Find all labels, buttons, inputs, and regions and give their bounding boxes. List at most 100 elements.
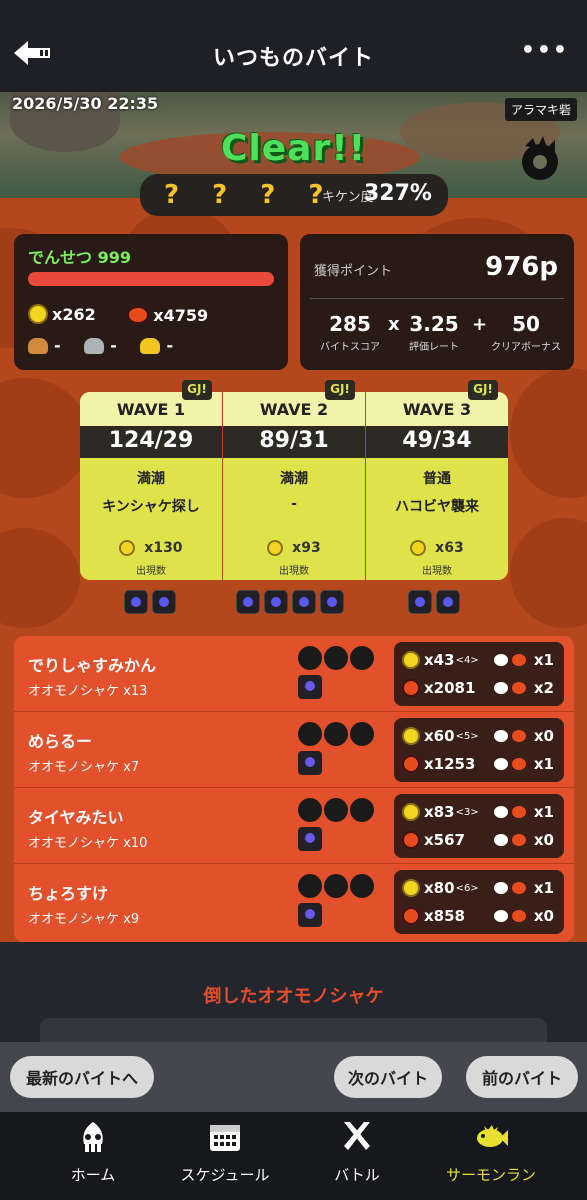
- player-name: めらるー: [28, 732, 93, 751]
- points-total: 976p: [485, 252, 558, 282]
- golden-egg-count: x83: [424, 803, 455, 821]
- power-egg-icon: [402, 831, 420, 849]
- golden-egg-icon: [28, 304, 48, 324]
- next-job-button[interactable]: 次のバイト: [334, 1056, 442, 1098]
- power-egg-icon: [402, 907, 420, 925]
- clear-bonus: 50: [512, 312, 540, 336]
- power-egg-count: x1253: [424, 755, 476, 773]
- hazard-value: 327%: [364, 181, 432, 206]
- result-clear-text: Clear!!: [220, 128, 367, 169]
- rescued-icon: [493, 908, 528, 924]
- wave-appear-label: 出現数: [422, 566, 452, 577]
- golden-egg-icon: [410, 540, 427, 556]
- rescue-icon: [493, 880, 528, 896]
- player-row[interactable]: めらるー オオモノシャケ x7 x60 <5> x1253 x0 x1: [14, 712, 574, 788]
- wave-card-1: WAVE 1 124/29 満潮 キンシャケ探し x130 出現数: [80, 392, 222, 580]
- golden-egg-icon: [402, 879, 420, 897]
- salmon-icon: [477, 1125, 508, 1147]
- clear-bonus-label: クリアボーナス: [491, 342, 561, 353]
- rescued-icon: [493, 680, 528, 696]
- rescued-count: x2: [533, 679, 554, 697]
- points-card: 獲得ポイント 976p 285 バイトスコア x 3.25 評価レート + 50…: [300, 234, 574, 370]
- rescued-count: x1: [533, 755, 554, 773]
- golden-assist: <6>: [455, 882, 479, 894]
- king-salmonid-icon: [522, 136, 558, 180]
- gold-scale-icon: [140, 337, 161, 354]
- wave-appear-count: x63: [435, 540, 464, 556]
- wave-appear-count: x130: [144, 540, 183, 556]
- battle-icon: [344, 1122, 370, 1150]
- wave-event: ハコビヤ襲来: [395, 499, 479, 515]
- power-egg-count: x567: [424, 831, 465, 849]
- player-row[interactable]: タイヤみたい オオモノシャケ x10 x83 <3> x567 x1 x0: [14, 788, 574, 864]
- special-weapon-icon: [436, 590, 460, 614]
- weapon-icon: [298, 722, 322, 746]
- weapon-icon: [324, 722, 348, 746]
- rescued-count: x0: [533, 831, 554, 849]
- tab-home[interactable]: ホーム: [20, 1120, 166, 1185]
- previous-job-button[interactable]: 前のバイト: [466, 1056, 578, 1098]
- special-weapon-icon: [292, 590, 316, 614]
- tab-label: バトル: [334, 1166, 380, 1184]
- silver-scale-icon: [84, 337, 105, 354]
- special-weapon-icon: [320, 590, 344, 614]
- calendar-icon: [210, 1125, 240, 1151]
- played-datetime: 2026/5/30 22:35: [12, 94, 159, 113]
- squid-icon: [83, 1122, 103, 1152]
- tab-schedule[interactable]: スケジュール: [152, 1120, 298, 1185]
- gj-badge: GJ!: [325, 380, 355, 400]
- tab-battle[interactable]: バトル: [284, 1120, 430, 1185]
- tab-salmon-run[interactable]: サーモンラン: [418, 1120, 564, 1185]
- wave-appear-count: x93: [292, 540, 321, 556]
- player-name: でりしゃすみかん: [28, 656, 157, 675]
- weapon-icon: [298, 798, 322, 822]
- wave-results: WAVE 1 124/29 満潮 キンシャケ探し x130 出現数 WAVE 2…: [80, 392, 508, 580]
- navigation-bar: 最新のバイトへ 次のバイト 前のバイト: [0, 1042, 587, 1112]
- wave-appear-label: 出現数: [136, 566, 166, 577]
- golden-egg-count: x80: [424, 879, 455, 897]
- wave-card-2: WAVE 2 89/31 満潮 - x93 出現数: [223, 392, 365, 580]
- golden-assist: <5>: [455, 730, 479, 742]
- app-header: いつものバイト •••: [0, 0, 587, 94]
- wave1-specials: [124, 590, 176, 616]
- weapon-icon: [350, 646, 374, 670]
- player-stats: x80 <6> x858 x1 x0: [394, 870, 564, 934]
- stage-name: アラマキ砦: [504, 98, 577, 121]
- player-row[interactable]: ちょろすけ オオモノシャケ x9 x80 <6> x858 x1 x0: [14, 864, 574, 940]
- wave-score: 89/31: [223, 426, 365, 458]
- weapon-icon: [324, 798, 348, 822]
- more-options-icon[interactable]: •••: [521, 40, 569, 62]
- weapon-icon: [298, 646, 322, 670]
- player-row[interactable]: でりしゃすみかん オオモノシャケ x13 x43 <4> x2081 x1 x2: [14, 636, 574, 712]
- weapon-icon: [324, 874, 348, 898]
- silver-scale-count: -: [110, 336, 117, 355]
- tab-label: ホーム: [70, 1166, 116, 1184]
- special-weapon-icon: [264, 590, 288, 614]
- king-salmonid-unknown: ? ? ? ?: [164, 180, 336, 210]
- wave-tide: 満潮: [280, 471, 308, 487]
- rescue-count: x0: [533, 727, 554, 745]
- player-stats: x43 <4> x2081 x1 x2: [394, 642, 564, 706]
- tab-label: スケジュール: [180, 1166, 270, 1184]
- gj-badge: GJ!: [468, 380, 498, 400]
- rescued-icon: [493, 832, 528, 848]
- wave2-specials: [236, 590, 344, 616]
- golden-egg-icon: [402, 803, 420, 821]
- wave3-specials: [408, 590, 460, 616]
- player-grade-card: でんせつ 999 x262 x4759 - - -: [14, 234, 288, 370]
- golden-egg-icon: [119, 540, 136, 556]
- hazard-level-bar: ? ? ? ? キケン度 327%: [140, 174, 448, 216]
- special-weapon-icon: [298, 903, 322, 927]
- golden-assist: <4>: [455, 654, 479, 666]
- power-egg-count: x2081: [424, 679, 476, 697]
- special-weapon-icon: [236, 590, 260, 614]
- rate-label: 評価レート: [409, 342, 459, 353]
- special-weapon-icon: [152, 590, 176, 614]
- player-stats: x60 <5> x1253 x0 x1: [394, 718, 564, 782]
- latest-job-button[interactable]: 最新のバイトへ: [10, 1056, 154, 1098]
- bottom-tab-bar: ホーム スケジュール バトル サーモンラン: [0, 1112, 587, 1200]
- tab-label: サーモンラン: [445, 1166, 536, 1184]
- grade-progress-bar: [28, 272, 274, 286]
- gold-scale-count: -: [166, 336, 174, 355]
- grade-rank: でんせつ 999: [28, 248, 131, 267]
